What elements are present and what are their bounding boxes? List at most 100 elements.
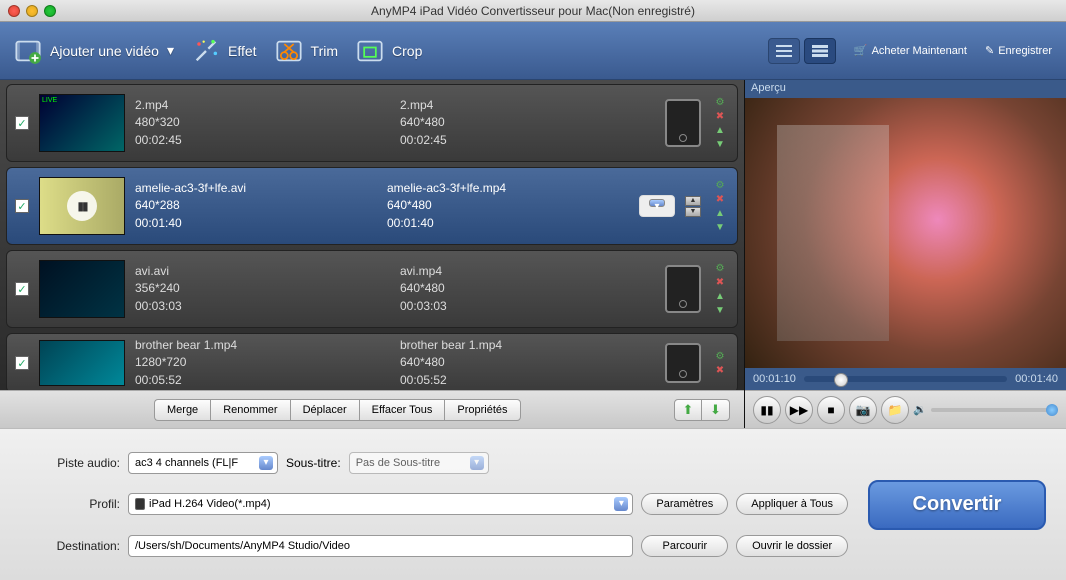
destination-label: Destination: <box>20 539 120 553</box>
output-duration: 00:03:03 <box>400 299 655 315</box>
snapshot-button[interactable]: 📷 <box>849 396 877 424</box>
device-icon[interactable] <box>639 195 675 217</box>
profile-select[interactable]: iPad H.264 Video(*.mp4) <box>128 493 633 515</box>
row-delete-icon[interactable]: ✖ <box>716 277 724 288</box>
dropdown-icon: ▾ <box>167 42 174 59</box>
file-row[interactable]: ✓ 2.mp4 480*320 00:02:45 2.mp4 640*480 0… <box>6 84 738 162</box>
row-down-icon[interactable]: ▼ <box>715 305 725 316</box>
row-delete-icon[interactable]: ✖ <box>716 365 724 376</box>
destination-input[interactable]: /Users/sh/Documents/AnyMP4 Studio/Video <box>128 535 633 557</box>
source-filename: brother bear 1.mp4 <box>135 338 390 354</box>
move-button[interactable]: Déplacer <box>290 399 359 421</box>
volume-icon[interactable]: 🔉 <box>913 403 927 416</box>
output-resolution: 640*480 <box>400 355 655 371</box>
file-row[interactable]: ✓ ▮▮ amelie-ac3-3f+lfe.avi 640*288 00:01… <box>6 167 738 245</box>
next-button[interactable]: ▶▶ <box>785 396 813 424</box>
pause-button[interactable]: ▮▮ <box>753 396 781 424</box>
open-folder-button[interactable]: 📁 <box>881 396 909 424</box>
thumbnail <box>39 260 125 318</box>
profile-label: Profil: <box>20 497 120 511</box>
row-settings-icon[interactable]: ⚙ <box>716 97 725 108</box>
add-video-button[interactable]: Ajouter une vidéo ▾ <box>14 37 174 65</box>
output-duration: 00:02:45 <box>400 133 655 149</box>
properties-button[interactable]: Propriétés <box>444 399 520 421</box>
pen-icon: ✎ <box>985 44 994 57</box>
row-settings-icon[interactable]: ⚙ <box>716 351 725 362</box>
row-settings-icon[interactable]: ⚙ <box>716 180 725 191</box>
file-row[interactable]: ✓ brother bear 1.mp4 1280*720 00:05:52 b… <box>6 333 738 390</box>
merge-button[interactable]: Merge <box>154 399 210 421</box>
source-duration: 00:01:40 <box>135 216 377 232</box>
row-checkbox[interactable]: ✓ <box>15 116 29 130</box>
volume-slider[interactable] <box>931 408 1058 412</box>
view-list-button[interactable] <box>768 38 800 64</box>
source-resolution: 480*320 <box>135 115 390 131</box>
window-title: AnyMP4 iPad Vidéo Convertisseur pour Mac… <box>0 4 1066 18</box>
trim-label: Trim <box>311 43 338 59</box>
subtitle-label: Sous-titre: <box>286 456 341 470</box>
apply-all-button[interactable]: Appliquer à Tous <box>736 493 848 515</box>
device-icon[interactable] <box>665 265 701 313</box>
row-checkbox[interactable]: ✓ <box>15 199 29 213</box>
view-detail-button[interactable] <box>804 38 836 64</box>
output-duration: 00:05:52 <box>400 373 655 389</box>
bottom-panel: Piste audio: ac3 4 channels (FL|F Sous-t… <box>0 428 1066 580</box>
output-resolution: 640*480 <box>400 115 655 131</box>
source-filename: amelie-ac3-3f+lfe.avi <box>135 181 377 197</box>
source-filename: 2.mp4 <box>135 98 390 114</box>
add-video-label: Ajouter une vidéo <box>50 43 159 59</box>
source-resolution: 1280*720 <box>135 355 390 371</box>
row-up-icon[interactable]: ▲ <box>715 125 725 136</box>
stop-button[interactable]: ■ <box>817 396 845 424</box>
browse-button[interactable]: Parcourir <box>641 535 728 557</box>
audio-track-label: Piste audio: <box>20 456 120 470</box>
source-filename: avi.avi <box>135 264 390 280</box>
convert-button[interactable]: Convertir <box>868 480 1046 530</box>
move-down-button[interactable]: ⬇ <box>702 399 730 421</box>
preview-controls: ▮▮ ▶▶ ■ 📷 📁 🔉 <box>745 390 1066 428</box>
crop-button[interactable]: Crop <box>356 37 422 65</box>
subtitle-select[interactable]: Pas de Sous-titre <box>349 452 489 474</box>
output-resolution: 640*480 <box>387 198 629 214</box>
trim-button[interactable]: Trim <box>275 37 338 65</box>
buy-now-link[interactable]: 🛒 Acheter Maintenant <box>854 44 967 57</box>
cart-icon: 🛒 <box>854 44 868 57</box>
pause-overlay-icon[interactable]: ▮▮ <box>67 191 97 221</box>
preview-total-time: 00:01:40 <box>1015 373 1058 385</box>
audio-track-select[interactable]: ac3 4 channels (FL|F <box>128 452 278 474</box>
device-icon[interactable] <box>665 343 701 383</box>
clear-all-button[interactable]: Effacer Tous <box>359 399 445 421</box>
source-resolution: 640*288 <box>135 198 377 214</box>
row-up-icon[interactable]: ▲ <box>715 208 725 219</box>
output-filename: avi.mp4 <box>400 264 655 280</box>
row-up-icon[interactable]: ▲ <box>715 291 725 302</box>
ipad-icon <box>135 498 145 510</box>
file-row[interactable]: ✓ avi.avi 356*240 00:03:03 avi.mp4 640*4… <box>6 250 738 328</box>
output-duration: 00:01:40 <box>387 216 629 232</box>
effect-button[interactable]: Effet <box>192 37 257 65</box>
row-delete-icon[interactable]: ✖ <box>716 111 724 122</box>
output-filename: 2.mp4 <box>400 98 655 114</box>
row-down-icon[interactable]: ▼ <box>715 139 725 150</box>
device-icon[interactable] <box>665 99 701 147</box>
open-dest-button[interactable]: Ouvrir le dossier <box>736 535 848 557</box>
preview-seek-slider[interactable] <box>804 376 1007 382</box>
device-stepper[interactable]: ▲▼ <box>685 196 701 217</box>
thumbnail <box>39 94 125 152</box>
parameters-button[interactable]: Paramètres <box>641 493 728 515</box>
preview-image <box>745 98 1066 368</box>
preview-current-time: 00:01:10 <box>753 373 796 385</box>
source-duration: 00:02:45 <box>135 133 390 149</box>
register-link[interactable]: ✎ Enregistrer <box>985 44 1052 57</box>
row-checkbox[interactable]: ✓ <box>15 282 29 296</box>
move-up-button[interactable]: ⬆ <box>674 399 702 421</box>
source-resolution: 356*240 <box>135 281 390 297</box>
row-down-icon[interactable]: ▼ <box>715 222 725 233</box>
row-settings-icon[interactable]: ⚙ <box>716 263 725 274</box>
row-delete-icon[interactable]: ✖ <box>716 194 724 205</box>
source-duration: 00:05:52 <box>135 373 390 389</box>
row-checkbox[interactable]: ✓ <box>15 356 29 370</box>
rename-button[interactable]: Renommer <box>210 399 289 421</box>
preview-title: Aperçu <box>745 80 1066 98</box>
output-filename: amelie-ac3-3f+lfe.mp4 <box>387 181 629 197</box>
